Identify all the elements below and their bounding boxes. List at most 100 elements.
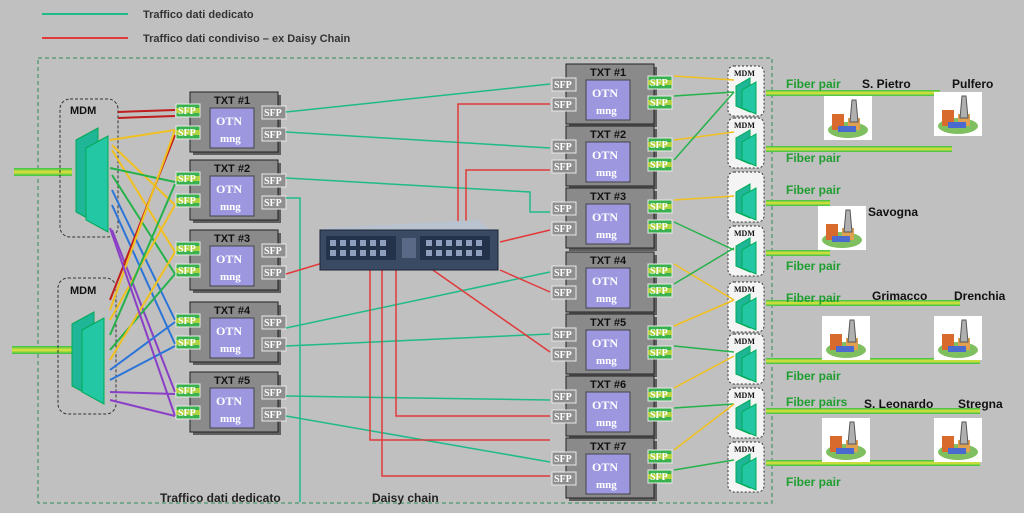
right-mdm-6: MDM (727, 333, 765, 385)
svg-text:SFP: SFP (554, 224, 572, 235)
left-crossing-links (109, 109, 176, 417)
left-sfp-in-a: SFP (175, 383, 201, 398)
svg-text:SFP: SFP (554, 100, 572, 111)
mng-label: mng (220, 413, 241, 425)
right-mdm-label: MDM (734, 445, 755, 454)
svg-text:SFP: SFP (554, 204, 572, 215)
svg-text:SFP: SFP (650, 266, 668, 277)
site-name: Grimacco (872, 289, 927, 303)
left-sfp-out-b: SFP (261, 337, 287, 352)
svg-text:SFP: SFP (650, 78, 668, 89)
otn-label: OTN (592, 210, 618, 224)
bottom-dedicated-label: Traffico dati dedicato (160, 491, 281, 505)
right-txt-column: TXT #1 OTN mng SFP SFP SFP SFP TXT #2 OTN mng SFP S… (551, 63, 673, 501)
mng-label: mng (596, 417, 617, 429)
right-mdm-label: MDM (734, 69, 755, 78)
fiber-line-3 (766, 200, 830, 206)
svg-text:SFP: SFP (178, 386, 196, 397)
site-name: Stregna (958, 397, 1003, 411)
fiber-label-6: Fiber pair (786, 369, 841, 383)
otn-label: OTN (216, 252, 242, 266)
right-txt-box-4: TXT #4 OTN mng SFP SFP SFP SFP (551, 251, 673, 315)
fiber-label-8: Fiber pair (786, 475, 841, 489)
ethernet-switch (319, 220, 500, 271)
left-sfp-out-b: SFP (261, 127, 287, 142)
fiber-label-7: Fiber pairs (786, 395, 848, 409)
right-sfp-in-b: SFP (551, 285, 577, 300)
switch-port-bank-1 (326, 236, 396, 260)
otn-label: OTN (592, 460, 618, 474)
right-mdm-label: MDM (734, 337, 755, 346)
svg-text:SFP: SFP (650, 98, 668, 109)
svg-text:SFP: SFP (178, 106, 196, 117)
svg-text:SFP: SFP (650, 328, 668, 339)
site-name: S. Pietro (862, 77, 911, 91)
right-sfp-out-b: SFP (647, 469, 673, 484)
left-sfp-in-a: SFP (175, 313, 201, 328)
left-sfp-out-a: SFP (261, 385, 287, 400)
left-sfp-out-a: SFP (261, 315, 287, 330)
right-mdm-3 (727, 171, 765, 223)
svg-text:SFP: SFP (178, 244, 196, 255)
txt-label: TXT #5 (214, 375, 250, 387)
right-sfp-in-b: SFP (551, 97, 577, 112)
right-mdm-label: MDM (734, 229, 755, 238)
left-txt-box-1: TXT #1 OTN mng SFP SFP SFP SFP (175, 91, 287, 155)
right-sfp-out-a: SFP (647, 137, 673, 152)
right-sfp-out-b: SFP (647, 345, 673, 360)
otn-label: OTN (592, 274, 618, 288)
otn-label: OTN (592, 86, 618, 100)
svg-text:SFP: SFP (554, 454, 572, 465)
svg-text:SFP: SFP (264, 388, 282, 399)
svg-text:SFP: SFP (264, 246, 282, 257)
otn-label: OTN (216, 324, 242, 338)
right-sfp-in-a: SFP (551, 77, 577, 92)
svg-text:SFP: SFP (264, 130, 282, 141)
site-2: Pulfero (934, 77, 993, 136)
right-sfp-in-a: SFP (551, 201, 577, 216)
fiber-label-4: Fiber pair (786, 259, 841, 273)
right-sfp-out-b: SFP (647, 95, 673, 110)
mng-label: mng (596, 167, 617, 179)
svg-text:SFP: SFP (178, 338, 196, 349)
txt-label: TXT #7 (590, 441, 626, 453)
left-sfp-in-b: SFP (175, 405, 201, 420)
right-mdm-8: MDM (727, 441, 765, 493)
svg-text:SFP: SFP (650, 202, 668, 213)
svg-text:SFP: SFP (554, 162, 572, 173)
left-sfp-in-b: SFP (175, 263, 201, 278)
otn-label: OTN (216, 394, 242, 408)
left-sfp-out-b: SFP (261, 407, 287, 422)
right-txt-box-5: TXT #5 OTN mng SFP SFP SFP SFP (551, 313, 673, 377)
site-7: Stregna (934, 397, 1003, 462)
svg-text:SFP: SFP (650, 286, 668, 297)
left-sfp-in-b: SFP (175, 193, 201, 208)
right-sfp-out-b: SFP (647, 283, 673, 298)
otn-label: OTN (592, 398, 618, 412)
svg-text:SFP: SFP (178, 408, 196, 419)
svg-text:SFP: SFP (264, 108, 282, 119)
fiber-label-5: Fiber pair (786, 291, 841, 305)
fiber-line-4 (766, 250, 830, 256)
fiber-label-1: Fiber pair (786, 77, 841, 91)
left-sfp-in-b: SFP (175, 335, 201, 350)
right-sfp-in-a: SFP (551, 139, 577, 154)
svg-text:SFP: SFP (264, 340, 282, 351)
left-sfp-out-a: SFP (261, 243, 287, 258)
mng-label: mng (596, 479, 617, 491)
svg-text:SFP: SFP (650, 348, 668, 359)
txt-label: TXT #1 (214, 95, 250, 107)
left-fiber-2 (12, 346, 72, 354)
right-mdm-7: MDM (727, 387, 765, 439)
mng-label: mng (220, 271, 241, 283)
svg-text:SFP: SFP (650, 410, 668, 421)
right-sfp-out-a: SFP (647, 199, 673, 214)
site-name: Drenchia (954, 289, 1006, 303)
right-mdm-5: MDM (727, 281, 765, 333)
txt-mdm-links (673, 75, 735, 471)
svg-text:SFP: SFP (650, 160, 668, 171)
txt-label: TXT #2 (214, 163, 250, 175)
txt-label: TXT #2 (590, 129, 626, 141)
left-txt-column: TXT #1 OTN mng SFP SFP SFP SFP TXT #2 OTN mng SFP S… (175, 91, 287, 435)
right-sfp-in-a: SFP (551, 451, 577, 466)
